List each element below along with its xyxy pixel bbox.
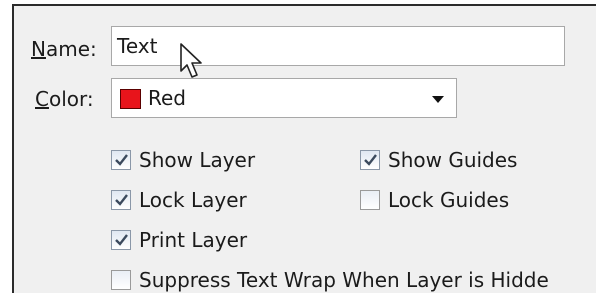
color-label: Color: (35, 87, 94, 111)
show-guides-box[interactable] (360, 150, 380, 170)
color-select-value: Red (148, 86, 186, 110)
show-layer-label: Show Layer (139, 148, 256, 172)
print-layer-label: Print Layer (139, 228, 248, 252)
suppress-text-wrap-label: Suppress Text Wrap When Layer is Hidde (139, 268, 549, 292)
lock-layer-box[interactable] (111, 190, 131, 210)
lock-layer-label: Lock Layer (139, 188, 247, 212)
lock-guides-box[interactable] (360, 190, 380, 210)
print-layer-box[interactable] (111, 230, 131, 250)
show-layer-box[interactable] (111, 150, 131, 170)
color-select[interactable]: Red (111, 78, 457, 118)
suppress-text-wrap-box[interactable] (111, 270, 131, 290)
chevron-down-icon[interactable] (432, 96, 444, 103)
lock-guides-label: Lock Guides (388, 188, 510, 212)
checkmark-icon (115, 154, 128, 166)
show-guides-label: Show Guides (388, 148, 518, 172)
name-label: Name: (31, 37, 97, 61)
checkmark-icon (115, 194, 128, 206)
checkmark-icon (115, 234, 128, 246)
checkmark-icon (364, 154, 377, 166)
layer-options-dialog: Name: Text Color: Red Show Layer Show Gu… (12, 4, 596, 293)
color-swatch (120, 89, 141, 109)
arrow-cursor-icon (180, 43, 202, 78)
